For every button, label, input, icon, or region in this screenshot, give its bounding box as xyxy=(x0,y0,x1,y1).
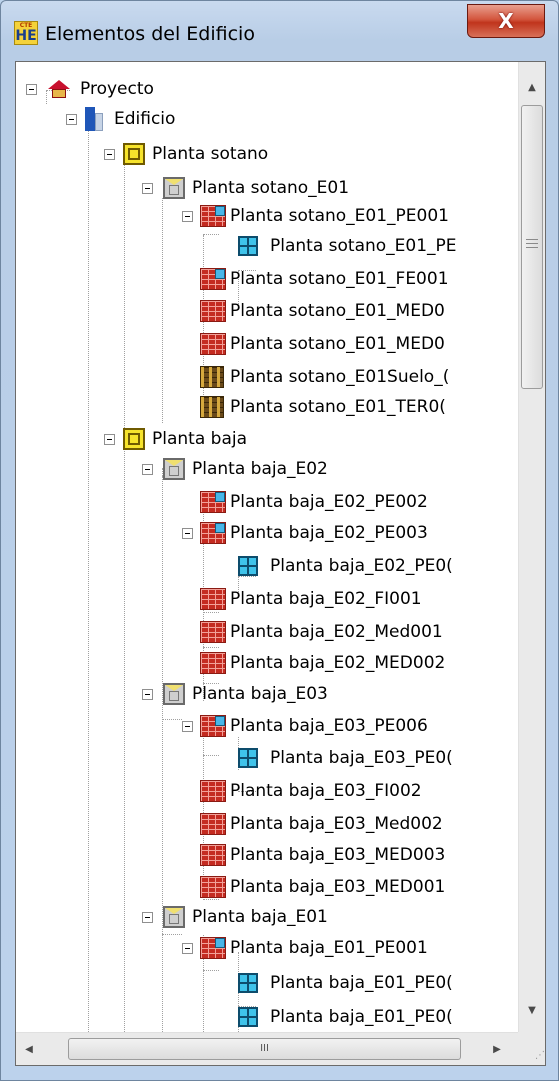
wall-with-window-icon xyxy=(200,205,226,227)
scroll-left-button[interactable]: ◀ xyxy=(16,1033,42,1066)
vertical-scroll-thumb[interactable] xyxy=(521,105,543,389)
wall-with-window-icon xyxy=(200,937,226,959)
collapse-toggle-icon[interactable] xyxy=(182,943,193,954)
tree-item-label: Planta baja_E03_FI002 xyxy=(230,781,422,801)
building-icon xyxy=(85,107,103,131)
scroll-down-button[interactable]: ▼ xyxy=(519,999,545,1023)
floor-icon xyxy=(123,428,145,450)
scroll-right-button[interactable]: ▶ xyxy=(484,1033,510,1066)
collapse-toggle-icon[interactable] xyxy=(182,211,193,222)
tree-view[interactable]: Proyecto Edificio Planta sotano Planta sota… xyxy=(16,62,518,1032)
tree-panel: Proyecto Edificio Planta sotano Planta sota… xyxy=(15,61,546,1066)
tree-item-label: Planta baja_E03_MED001 xyxy=(230,877,446,897)
tree-item-label: Planta baja_E01 xyxy=(192,907,328,927)
collapse-toggle-icon[interactable] xyxy=(104,149,115,160)
collapse-toggle-icon[interactable] xyxy=(142,912,153,923)
close-button[interactable]: X xyxy=(467,4,545,38)
window-icon xyxy=(238,556,258,576)
tree-item-label: Edificio xyxy=(114,109,176,129)
tree-item-label: Planta baja_E02_PE002 xyxy=(230,492,428,512)
brick-wall-icon xyxy=(200,621,226,643)
brick-wall-icon xyxy=(200,652,226,674)
space-icon xyxy=(163,458,185,480)
tree-item-label: Planta baja_E01_PE0( xyxy=(270,973,453,993)
tree-item-label: Planta sotano_E01_FE001 xyxy=(230,269,449,289)
tree-item-label: Planta baja_E01_PE0( xyxy=(270,1007,453,1027)
tree-item-label: Planta sotano_E01_PE001 xyxy=(230,206,449,226)
tree-item-label: Planta baja_E03_Med002 xyxy=(230,814,443,834)
collapse-toggle-icon[interactable] xyxy=(182,528,193,539)
tree-item-label: Planta baja_E03 xyxy=(192,684,328,704)
brick-wall-icon xyxy=(200,876,226,898)
tree-item-label: Planta baja_E02_PE003 xyxy=(230,523,428,543)
app-icon-bottom-text: HE xyxy=(15,28,37,44)
house-icon xyxy=(48,80,70,98)
wall-with-window-icon xyxy=(200,491,226,513)
floor-icon xyxy=(123,143,145,165)
brick-wall-icon xyxy=(200,780,226,802)
tree-item-label: Planta baja xyxy=(152,429,248,449)
tree-item-label: Planta baja_E03_MED003 xyxy=(230,845,446,865)
ground-icon xyxy=(200,366,224,388)
title-bar[interactable]: CTE HE Elementos del Edificio X xyxy=(1,1,559,61)
space-icon xyxy=(163,906,185,928)
brick-wall-icon xyxy=(200,844,226,866)
window: CTE HE Elementos del Edificio X Proyecto… xyxy=(0,0,559,1081)
window-icon xyxy=(238,236,258,256)
tree-item-label: Planta baja_E02_Med001 xyxy=(230,622,443,642)
scroll-up-button[interactable]: ▲ xyxy=(519,76,545,100)
tree-item-label: Planta baja_E01_PE001 xyxy=(230,938,428,958)
window-icon xyxy=(238,973,258,993)
brick-wall-icon xyxy=(200,813,226,835)
window-title: Elementos del Edificio xyxy=(45,23,255,45)
collapse-toggle-icon[interactable] xyxy=(142,689,153,700)
resize-grip[interactable]: ⋰ xyxy=(518,1032,545,1065)
app-icon: CTE HE xyxy=(14,21,38,45)
collapse-toggle-icon[interactable] xyxy=(142,183,153,194)
tree-item-label: Planta baja_E03_PE0( xyxy=(270,748,453,768)
tree-item-label: Planta baja_E02_FI001 xyxy=(230,589,422,609)
window-icon xyxy=(238,748,258,768)
wall-with-window-icon xyxy=(200,268,226,290)
tree-item-label: Planta baja_E02_MED002 xyxy=(230,653,446,673)
brick-wall-icon xyxy=(200,588,226,610)
space-icon xyxy=(163,177,185,199)
tree-item-label: Planta sotano_E01Suelo_( xyxy=(230,367,450,387)
tree-item-label: Planta sotano_E01_MED0 xyxy=(230,301,445,321)
collapse-toggle-icon[interactable] xyxy=(182,721,193,732)
brick-wall-icon xyxy=(200,300,226,322)
ground-icon xyxy=(200,396,224,418)
wall-with-window-icon xyxy=(200,522,226,544)
collapse-toggle-icon[interactable] xyxy=(26,84,37,95)
collapse-toggle-icon[interactable] xyxy=(142,464,153,475)
vertical-scrollbar[interactable]: ▲ ▼ xyxy=(518,62,545,1032)
collapse-toggle-icon[interactable] xyxy=(104,434,115,445)
space-icon xyxy=(163,683,185,705)
tree-item-label: Planta baja_E03_PE006 xyxy=(230,716,428,736)
tree-item-label: Planta baja_E02 xyxy=(192,459,328,479)
tree-item-label: Planta sotano_E01 xyxy=(192,178,350,198)
brick-wall-icon xyxy=(200,333,226,355)
horizontal-scroll-thumb[interactable]: III xyxy=(68,1038,461,1060)
horizontal-scrollbar[interactable]: ◀ III ▶ xyxy=(16,1032,518,1065)
collapse-toggle-icon[interactable] xyxy=(66,114,77,125)
tree-item-label: Proyecto xyxy=(80,79,154,99)
wall-with-window-icon xyxy=(200,715,226,737)
tree-item-label: Planta sotano_E01_MED0 xyxy=(230,334,445,354)
tree-item-label: Planta sotano xyxy=(152,144,269,164)
tree-item-label: Planta sotano_E01_PE xyxy=(270,236,457,256)
window-icon xyxy=(238,1007,258,1027)
tree-item-label: Planta sotano_E01_TER0( xyxy=(230,397,446,417)
tree-item-label: Planta baja_E02_PE0( xyxy=(270,556,453,576)
